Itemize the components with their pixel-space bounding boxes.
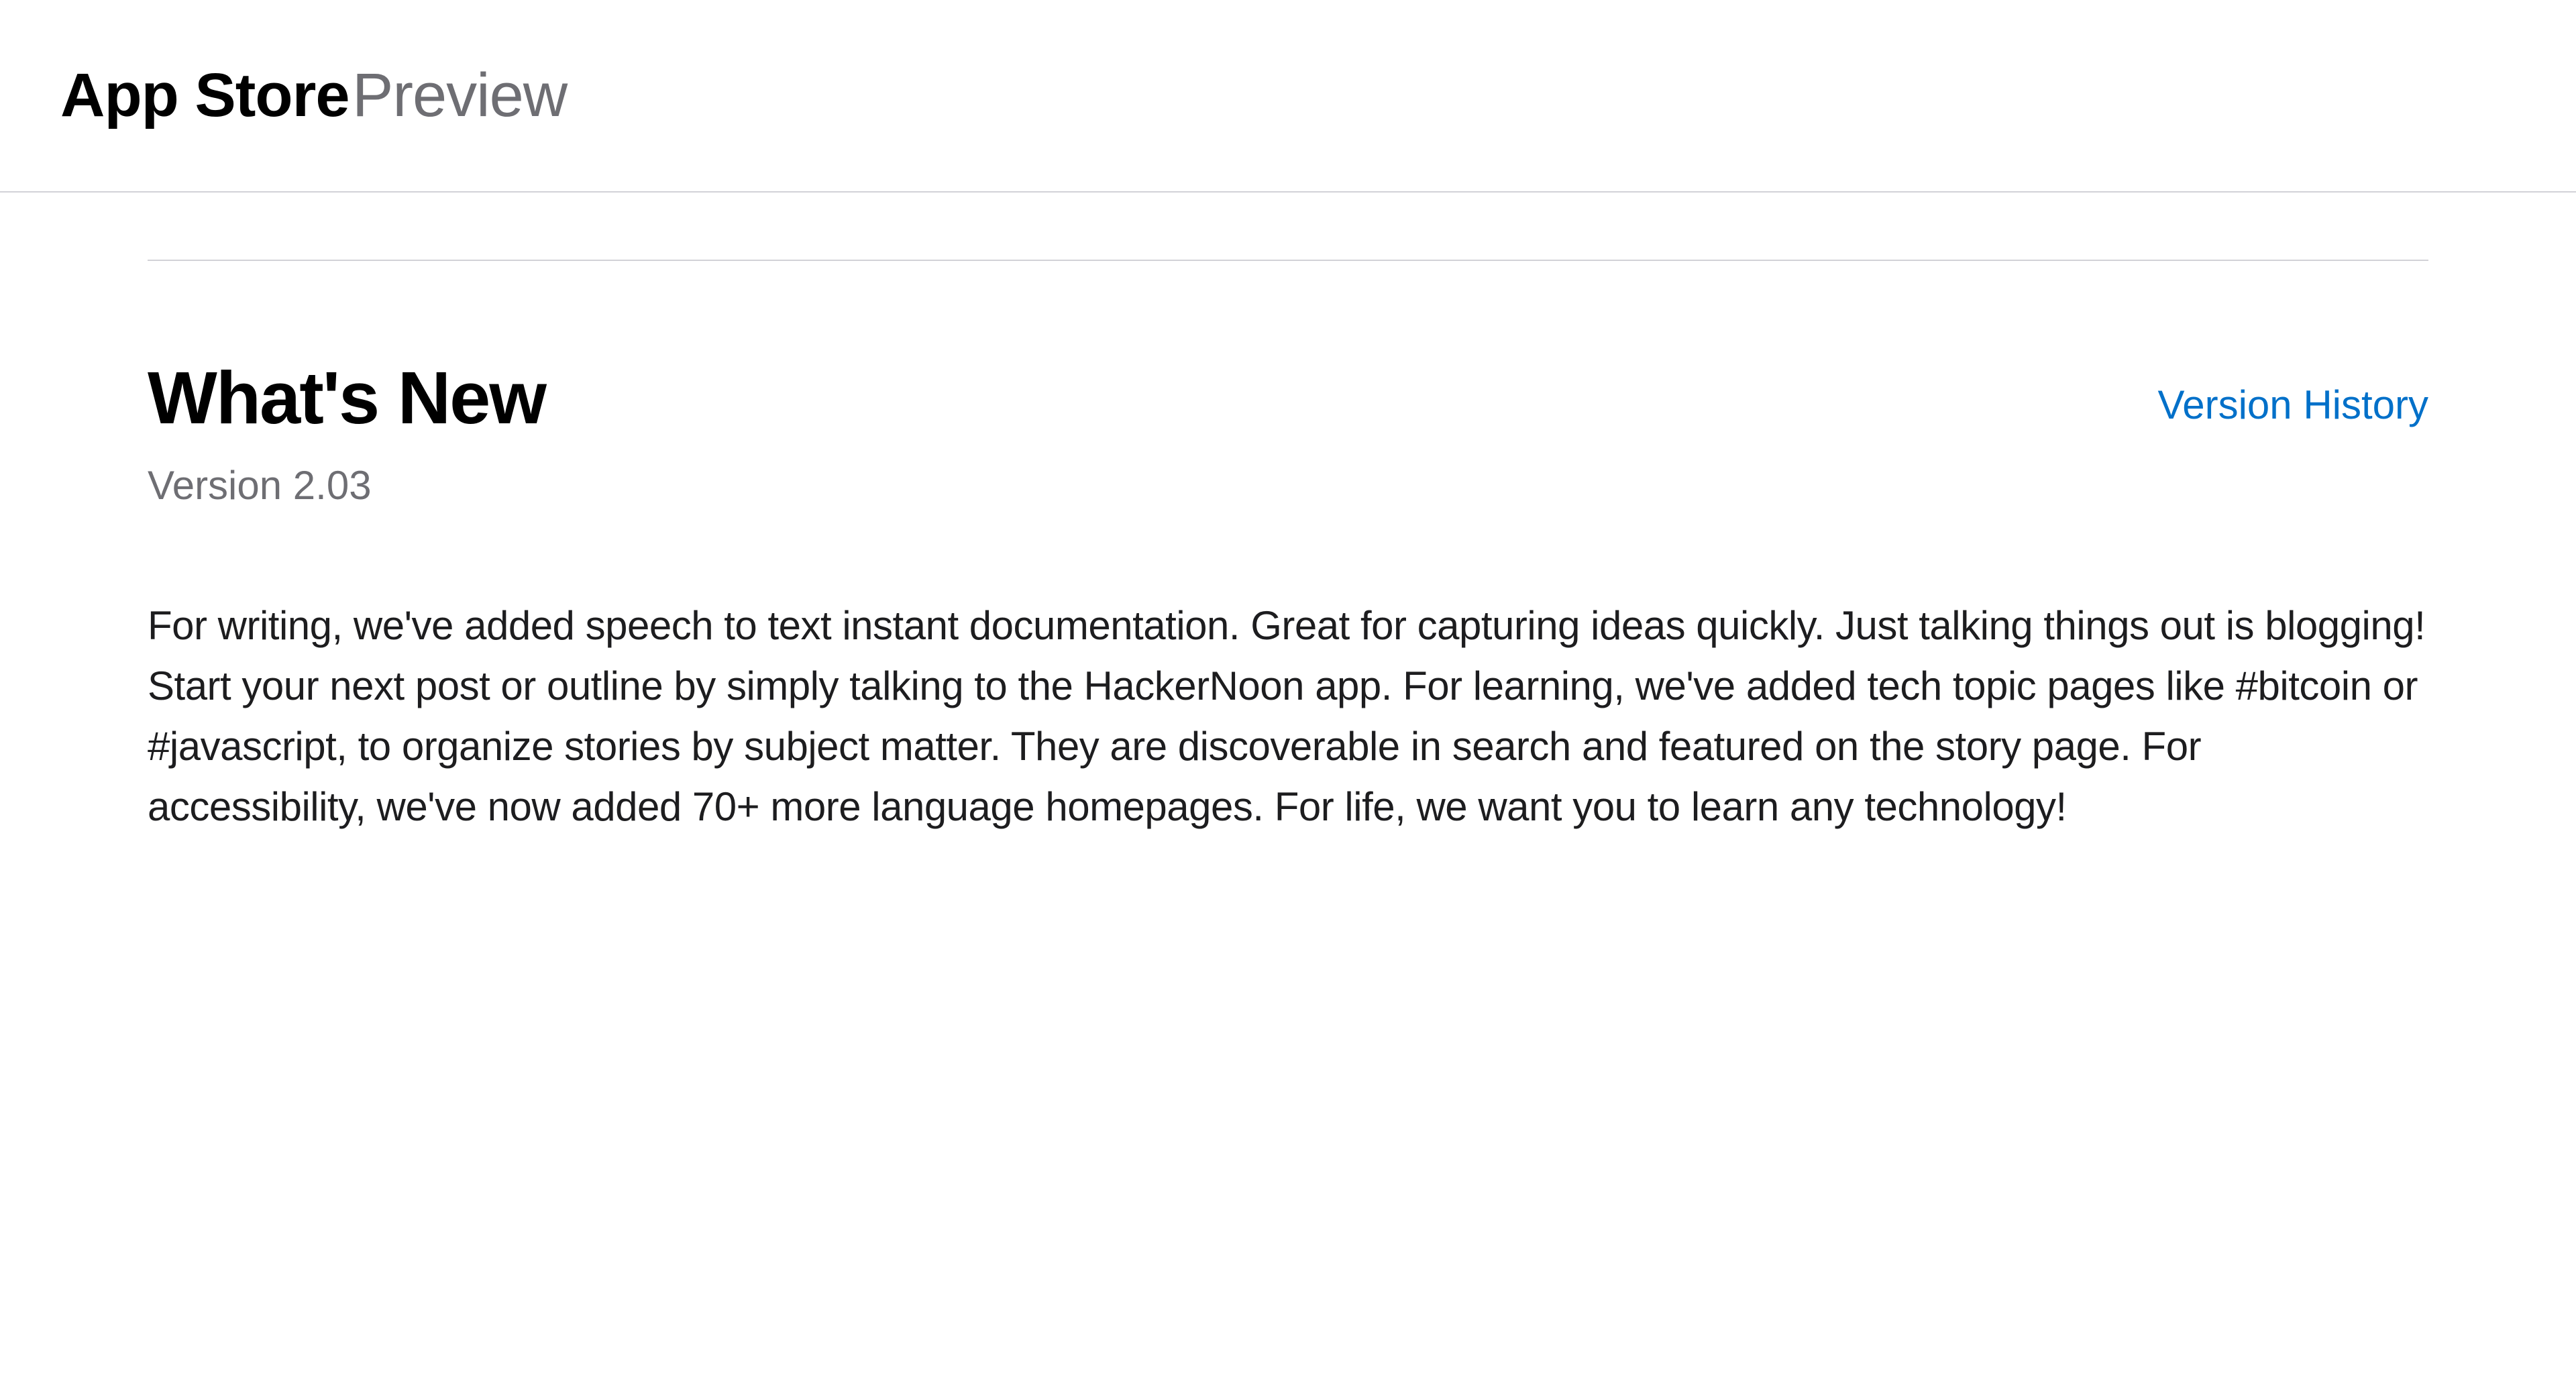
whats-new-heading: What's New (148, 362, 545, 435)
section-header-row: What's New Version History (148, 362, 2428, 435)
content-container: What's New Version History Version 2.03 … (0, 260, 2576, 837)
release-notes: For writing, we've added speech to text … (148, 596, 2428, 837)
header-title-strong: App Store (60, 61, 350, 129)
header-title-light: Preview (352, 61, 567, 129)
whats-new-section: What's New Version History Version 2.03 … (148, 362, 2428, 837)
section-divider (148, 260, 2428, 261)
page-header: App Store Preview (0, 0, 2576, 193)
version-label: Version 2.03 (148, 462, 2428, 508)
version-history-link[interactable]: Version History (2158, 382, 2428, 428)
